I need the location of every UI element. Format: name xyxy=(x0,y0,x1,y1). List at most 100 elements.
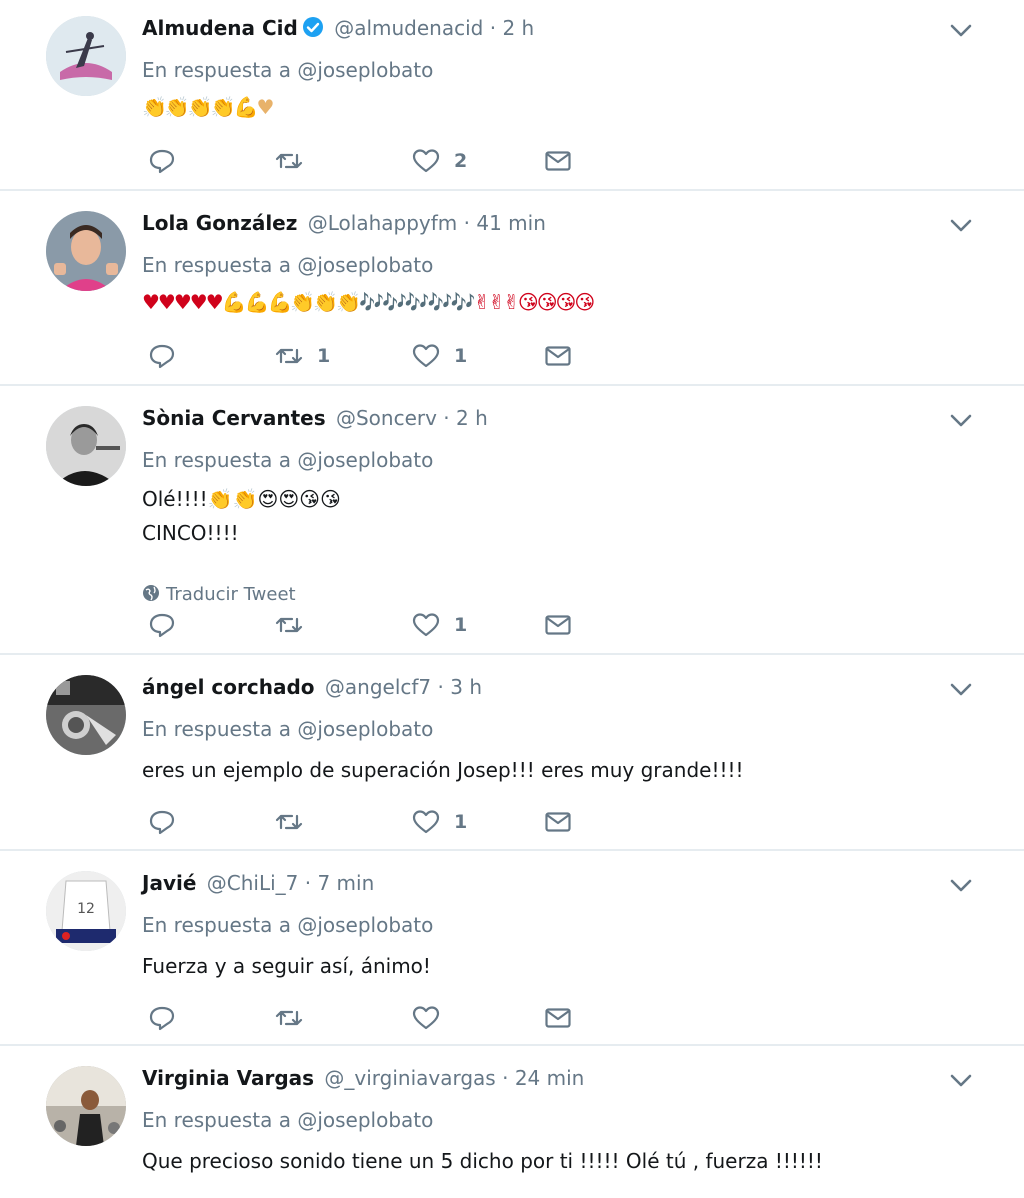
avatar[interactable]: 12 xyxy=(46,871,126,951)
timestamp[interactable]: 2 h xyxy=(456,406,488,430)
handle[interactable]: @Soncerv xyxy=(336,406,437,430)
like-button[interactable]: 2 xyxy=(412,146,467,176)
tweet-text-line: CINCO!!!! xyxy=(142,521,239,545)
reply-handle-link[interactable]: @joseplobato xyxy=(297,913,433,937)
reply-handle-link[interactable]: @joseplobato xyxy=(297,253,433,277)
reply-button[interactable] xyxy=(148,341,176,371)
heart-icon xyxy=(412,149,440,173)
tweet[interactable]: Almudena Cid @almudenacid · 2 h En respu… xyxy=(0,0,1024,191)
display-name[interactable]: Lola González xyxy=(142,211,297,235)
tweet-text: ♥♥♥♥♥💪💪💪👏👏👏🎶🎶🎶🎶🎶✌✌✌😘😘😘😘 xyxy=(142,285,595,319)
chevron-down-icon[interactable] xyxy=(950,24,972,38)
timestamp[interactable]: 3 h xyxy=(450,675,482,699)
display-name[interactable]: Almudena Cid xyxy=(142,16,298,40)
handle[interactable]: @_virginiavargas xyxy=(324,1066,495,1090)
separator-dot: · xyxy=(489,16,497,40)
display-name[interactable]: Virginia Vargas xyxy=(142,1066,314,1090)
tweet-header: ángel corchado @angelcf7 · 3 h xyxy=(142,675,482,699)
like-button[interactable]: 1 xyxy=(412,807,467,837)
reply-button[interactable] xyxy=(148,610,176,640)
avatar[interactable] xyxy=(46,675,126,755)
avatar[interactable] xyxy=(46,16,126,96)
separator-dot: · xyxy=(443,406,450,430)
reply-context: En respuesta a @joseplobato xyxy=(142,717,433,741)
tweet-text: Olé!!!!👏👏😍😍😘😘 CINCO!!!! xyxy=(142,482,341,550)
chevron-down-icon[interactable] xyxy=(950,879,972,893)
timestamp[interactable]: 2 h xyxy=(502,16,534,40)
tweet-text: Que precioso sonido tiene un 5 dicho por… xyxy=(142,1144,823,1178)
display-name[interactable]: Sònia Cervantes xyxy=(142,406,326,430)
like-button[interactable]: 1 xyxy=(412,341,467,371)
tweet-header: Virginia Vargas @_virginiavargas · 24 mi… xyxy=(142,1066,584,1090)
display-name[interactable]: ángel corchado xyxy=(142,675,315,699)
reply-handle-link[interactable]: @joseplobato xyxy=(297,448,433,472)
reply-context: En respuesta a @joseplobato xyxy=(142,1108,433,1132)
translate-label: Traducir Tweet xyxy=(166,584,296,605)
verified-badge-icon xyxy=(302,16,324,43)
direct-message-button[interactable] xyxy=(544,610,572,640)
reply-icon xyxy=(149,149,175,174)
avatar[interactable] xyxy=(46,1066,126,1146)
emoji-text: ♥♥♥♥♥💪💪💪👏👏👏🎶🎶🎶🎶🎶✌✌✌😘😘😘😘 xyxy=(142,290,595,314)
globe-icon xyxy=(142,584,160,607)
tweet-text-line: Fuerza y a seguir así, ánimo! xyxy=(142,954,431,978)
separator-dot: · xyxy=(463,211,470,235)
tweet-header: Almudena Cid @almudenacid · 2 h xyxy=(142,16,534,43)
translate-tweet-link[interactable]: Traducir Tweet xyxy=(142,584,296,607)
heart-icon xyxy=(412,344,440,368)
tweet[interactable]: 12 Javié @ChiLi_7 · 7 min En respuesta a… xyxy=(0,851,1024,1046)
emoji-text: 👏👏👏👏💪♥ xyxy=(142,95,274,119)
reply-handle-link[interactable]: @joseplobato xyxy=(297,58,433,82)
reply-handle-link[interactable]: @joseplobato xyxy=(297,717,433,741)
tweet[interactable]: Lola González @Lolahappyfm · 41 min En r… xyxy=(0,191,1024,386)
reply-button[interactable] xyxy=(148,1003,176,1033)
direct-message-button[interactable] xyxy=(544,807,572,837)
envelope-icon xyxy=(545,1008,571,1028)
reply-button[interactable] xyxy=(148,807,176,837)
separator-dot: · xyxy=(437,675,444,699)
separator-dot: · xyxy=(502,1066,509,1090)
retweet-button[interactable] xyxy=(275,146,317,176)
retweet-icon xyxy=(275,617,303,633)
chevron-down-icon[interactable] xyxy=(950,683,972,697)
retweet-count: 1 xyxy=(317,345,331,367)
chevron-down-icon[interactable] xyxy=(950,1074,972,1088)
handle[interactable]: @angelcf7 xyxy=(325,675,431,699)
reply-prefix: En respuesta a xyxy=(142,58,291,82)
timestamp[interactable]: 24 min xyxy=(515,1066,585,1090)
handle[interactable]: @ChiLi_7 xyxy=(207,871,299,895)
retweet-button[interactable] xyxy=(275,610,317,640)
retweet-icon xyxy=(275,153,303,169)
tweet-text: Fuerza y a seguir así, ánimo! xyxy=(142,949,431,983)
timestamp[interactable]: 7 min xyxy=(317,871,374,895)
tweet[interactable]: Virginia Vargas @_virginiavargas · 24 mi… xyxy=(0,1046,1024,1198)
tweet[interactable]: Sònia Cervantes @Soncerv · 2 h En respue… xyxy=(0,386,1024,655)
direct-message-button[interactable] xyxy=(544,341,572,371)
tweet[interactable]: ángel corchado @angelcf7 · 3 h En respue… xyxy=(0,655,1024,851)
handle[interactable]: @Lolahappyfm xyxy=(308,211,458,235)
retweet-button[interactable] xyxy=(275,1003,317,1033)
chevron-down-icon[interactable] xyxy=(950,219,972,233)
tweet-actions: 1 xyxy=(142,807,602,837)
reply-prefix: En respuesta a xyxy=(142,913,291,937)
envelope-icon xyxy=(545,615,571,635)
reply-button[interactable] xyxy=(148,146,176,176)
like-count: 1 xyxy=(454,811,468,833)
retweet-icon xyxy=(275,814,303,830)
avatar[interactable] xyxy=(46,406,126,486)
handle[interactable]: @almudenacid xyxy=(334,16,483,40)
direct-message-button[interactable] xyxy=(544,146,572,176)
like-button[interactable]: 1 xyxy=(412,610,467,640)
retweet-button[interactable]: 1 xyxy=(275,341,330,371)
avatar[interactable] xyxy=(46,211,126,291)
tweet-actions xyxy=(142,1003,602,1033)
reply-handle-link[interactable]: @joseplobato xyxy=(297,1108,433,1132)
tweet-actions: 2 xyxy=(142,146,602,176)
retweet-button[interactable] xyxy=(275,807,317,837)
direct-message-button[interactable] xyxy=(544,1003,572,1033)
display-name[interactable]: Javié xyxy=(142,871,196,895)
like-button[interactable] xyxy=(412,1003,454,1033)
chevron-down-icon[interactable] xyxy=(950,414,972,428)
timestamp[interactable]: 41 min xyxy=(476,211,546,235)
tweet-text: 👏👏👏👏💪♥ xyxy=(142,90,274,124)
